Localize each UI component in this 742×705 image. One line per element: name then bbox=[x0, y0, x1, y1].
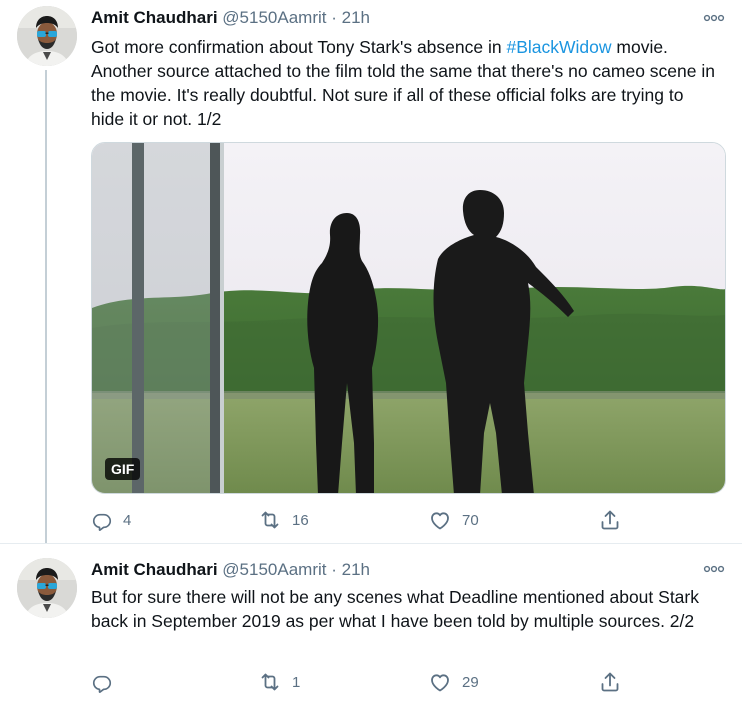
gif-media[interactable]: GIF bbox=[91, 142, 726, 494]
tweet-actions: 4 16 70 bbox=[91, 506, 731, 534]
like-icon bbox=[428, 508, 452, 532]
retweet-button[interactable]: 16 bbox=[258, 506, 309, 534]
reply-button[interactable]: 4 bbox=[91, 506, 131, 534]
tweet-text: But for sure there will not be any scene… bbox=[91, 587, 699, 631]
tweet-1[interactable]: Amit Chaudhari @5150Aamrit · 21h Got mor… bbox=[0, 0, 742, 543]
timestamp[interactable]: 21h bbox=[342, 8, 370, 27]
separator-dot: · bbox=[331, 8, 337, 27]
like-button[interactable]: 29 bbox=[428, 668, 479, 696]
like-button[interactable]: 70 bbox=[428, 506, 479, 534]
timestamp[interactable]: 21h bbox=[342, 560, 370, 579]
retweet-button[interactable]: 1 bbox=[258, 668, 300, 696]
author-handle[interactable]: @5150Aamrit bbox=[222, 560, 326, 579]
gif-badge: GIF bbox=[105, 458, 141, 480]
share-button[interactable] bbox=[598, 668, 622, 696]
author-handle[interactable]: @5150Aamrit bbox=[222, 8, 326, 27]
reply-button[interactable] bbox=[91, 668, 123, 696]
share-button[interactable] bbox=[598, 506, 622, 534]
like-icon bbox=[428, 670, 452, 694]
tweet-actions: 1 29 bbox=[91, 668, 731, 696]
tweet-header: Amit Chaudhari @5150Aamrit · 21h bbox=[91, 559, 370, 581]
author-name[interactable]: Amit Chaudhari bbox=[91, 8, 218, 27]
tweet-header: Amit Chaudhari @5150Aamrit · 21h bbox=[91, 7, 370, 29]
share-icon bbox=[598, 670, 622, 694]
avatar[interactable] bbox=[17, 6, 77, 66]
tweet-text-part: Got more confirmation about Tony Stark's… bbox=[91, 37, 507, 57]
like-count: 70 bbox=[462, 511, 479, 529]
retweet-count: 1 bbox=[292, 673, 301, 691]
reply-count: 4 bbox=[123, 511, 132, 529]
reply-icon bbox=[91, 671, 113, 693]
reply-icon bbox=[91, 509, 113, 531]
tweet-text: Got more confirmation about Tony Stark's… bbox=[91, 35, 716, 131]
retweet-count: 16 bbox=[292, 511, 309, 529]
separator-dot: · bbox=[331, 560, 337, 579]
retweet-icon bbox=[258, 670, 282, 694]
gif-frame-image bbox=[92, 143, 725, 493]
more-icon[interactable] bbox=[703, 561, 725, 577]
more-icon[interactable] bbox=[703, 10, 725, 26]
like-count: 29 bbox=[462, 673, 479, 691]
retweet-icon bbox=[258, 508, 282, 532]
tweet-2[interactable]: Amit Chaudhari @5150Aamrit · 21h But for… bbox=[0, 544, 742, 705]
share-icon bbox=[598, 508, 622, 532]
author-name[interactable]: Amit Chaudhari bbox=[91, 560, 218, 579]
avatar[interactable] bbox=[17, 558, 77, 618]
hashtag-link[interactable]: #BlackWidow bbox=[506, 37, 611, 57]
